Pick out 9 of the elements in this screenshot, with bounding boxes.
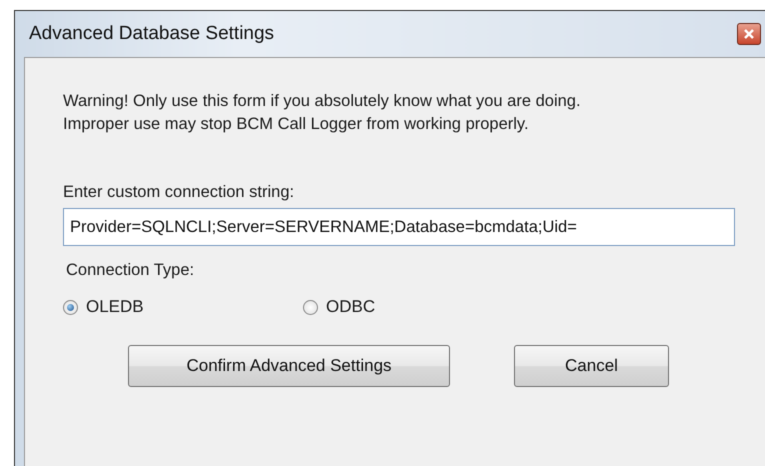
connection-string-field[interactable]: Provider=SQLNCLI;Server=SERVERNAME;Database=bcmdata;Uid= (63, 208, 735, 246)
cancel-button[interactable]: Cancel (514, 345, 669, 387)
radio-label[interactable]: OLEDB (86, 297, 144, 317)
group-label: Connection Type: (66, 261, 196, 280)
field-label: Enter custom connection string: (63, 183, 296, 202)
confirm-button[interactable]: Confirm Advanced Settings (128, 345, 450, 387)
radio-label[interactable]: ODBC (326, 297, 376, 317)
window-title: Advanced Database Settings (29, 23, 274, 45)
warning-text: Warning! Only use this form if you absolutely know what you are doing. Improper use may stop BCM Call Logger from working properly. (63, 91, 582, 135)
